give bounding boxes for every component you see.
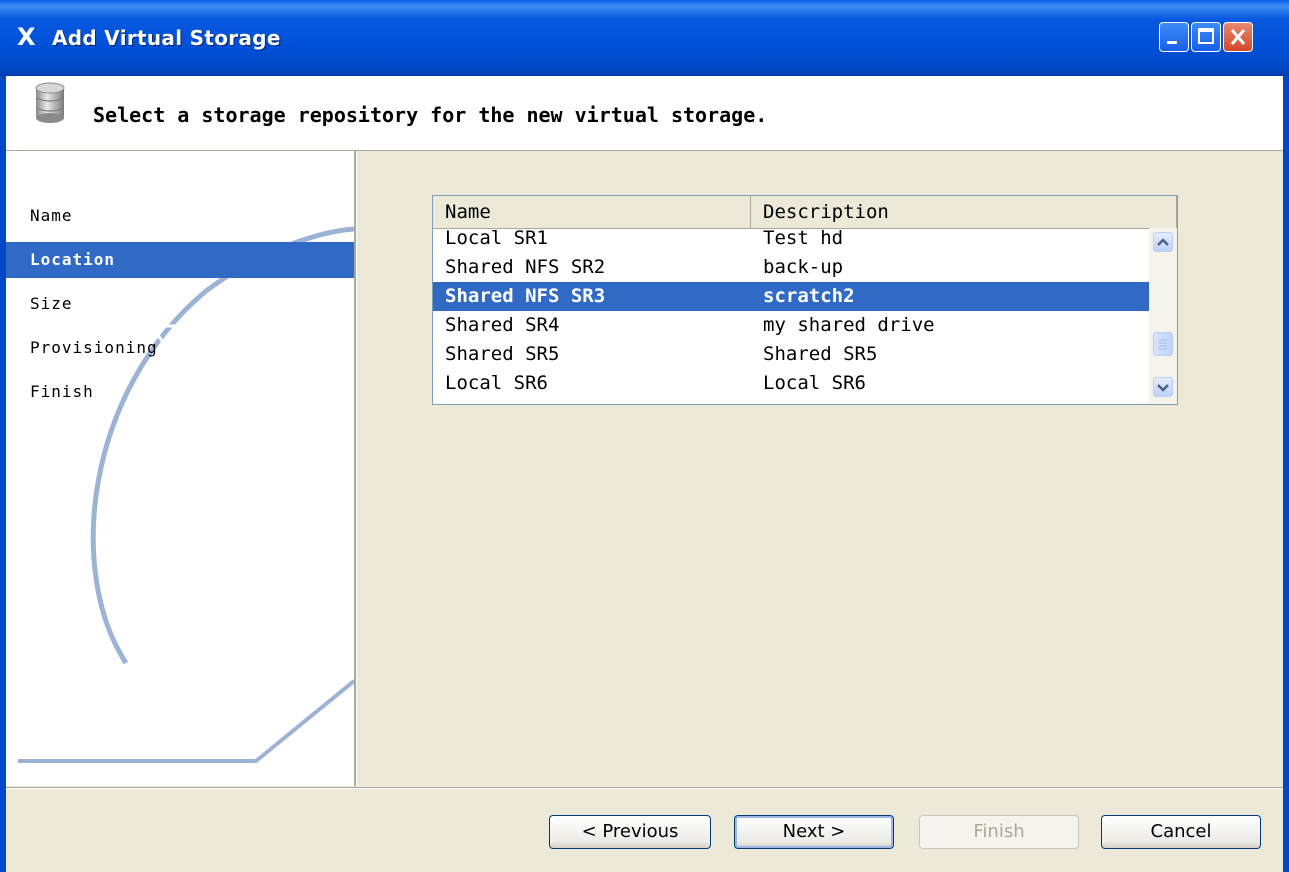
wizard-steps-sidebar: Name Location Size Provisioning Finish: [6, 151, 354, 786]
close-button[interactable]: [1223, 22, 1253, 52]
maximize-button[interactable]: [1191, 22, 1221, 52]
cell-name: Shared SR4: [445, 314, 560, 336]
cell-description: back-up: [763, 256, 844, 278]
cancel-button[interactable]: Cancel: [1101, 815, 1261, 849]
wizard-header: Select a storage repository for the new …: [6, 76, 1283, 151]
cell-name: Shared SR5: [445, 343, 560, 365]
sidebar-divider: [354, 151, 357, 786]
storage-repository-table[interactable]: Name Description Local SR1 Test hd Share…: [432, 195, 1178, 405]
table-scrollbar[interactable]: [1149, 228, 1177, 404]
add-virtual-storage-dialog: X Add Virtual Storage Select a storage r…: [0, 0, 1289, 872]
step-provisioning: Provisioning: [30, 338, 158, 357]
window-frame-right: [1283, 76, 1289, 872]
chevron-up-icon: [1157, 238, 1169, 246]
step-location: Location: [6, 242, 354, 278]
cell-description: Shared SR5: [763, 343, 878, 365]
storage-icon: [35, 82, 65, 123]
cell-description: scratch2: [763, 285, 855, 307]
previous-button[interactable]: < Previous: [549, 815, 711, 849]
cell-name: Local SR6: [445, 372, 548, 394]
maximize-icon: [1198, 28, 1214, 44]
wizard-instruction: Select a storage repository for the new …: [93, 103, 768, 127]
scroll-thumb[interactable]: [1153, 332, 1173, 356]
next-button-label: Next >: [782, 821, 846, 842]
step-size: Size: [30, 294, 73, 313]
table-row[interactable]: Local SR6 Local SR6: [433, 369, 1149, 398]
table-row-selected[interactable]: Shared NFS SR3 scratch2: [433, 282, 1149, 311]
window-title: Add Virtual Storage: [52, 26, 281, 50]
title-bar[interactable]: X Add Virtual Storage: [0, 0, 1289, 76]
cell-name: Shared NFS SR3: [445, 285, 606, 307]
cell-name: Local SR1: [445, 227, 548, 249]
table-row[interactable]: Shared SR4 my shared drive: [433, 311, 1149, 340]
wizard-footer: < Previous Next > Finish Cancel: [6, 789, 1283, 872]
chevron-down-icon: [1157, 384, 1169, 392]
cell-description: Test hd: [763, 227, 844, 249]
scroll-down-button[interactable]: [1153, 377, 1173, 397]
previous-button-label: < Previous: [581, 821, 679, 842]
step-finish: Finish: [30, 382, 94, 401]
grip-icon: [1159, 339, 1167, 350]
minimize-icon: [1167, 41, 1177, 44]
cell-description: Local SR6: [763, 372, 866, 394]
close-icon: [1230, 29, 1246, 45]
next-button[interactable]: Next >: [734, 815, 894, 849]
wizard-content: Name Description Local SR1 Test hd Share…: [358, 151, 1283, 786]
step-name: Name: [30, 206, 73, 225]
cell-name: Shared NFS SR2: [445, 256, 606, 278]
finish-button-label: Finish: [973, 821, 1025, 842]
scroll-up-button[interactable]: [1153, 232, 1173, 252]
cancel-button-label: Cancel: [1150, 821, 1212, 842]
minimize-button[interactable]: [1159, 22, 1189, 52]
table-row[interactable]: Shared NFS SR2 back-up: [433, 253, 1149, 282]
finish-button[interactable]: Finish: [919, 815, 1079, 849]
xen-app-icon: X: [17, 23, 36, 51]
cell-description: my shared drive: [763, 314, 935, 336]
table-row[interactable]: Local SR1 Test hd: [433, 224, 1149, 253]
table-row[interactable]: Shared SR5 Shared SR5: [433, 340, 1149, 369]
